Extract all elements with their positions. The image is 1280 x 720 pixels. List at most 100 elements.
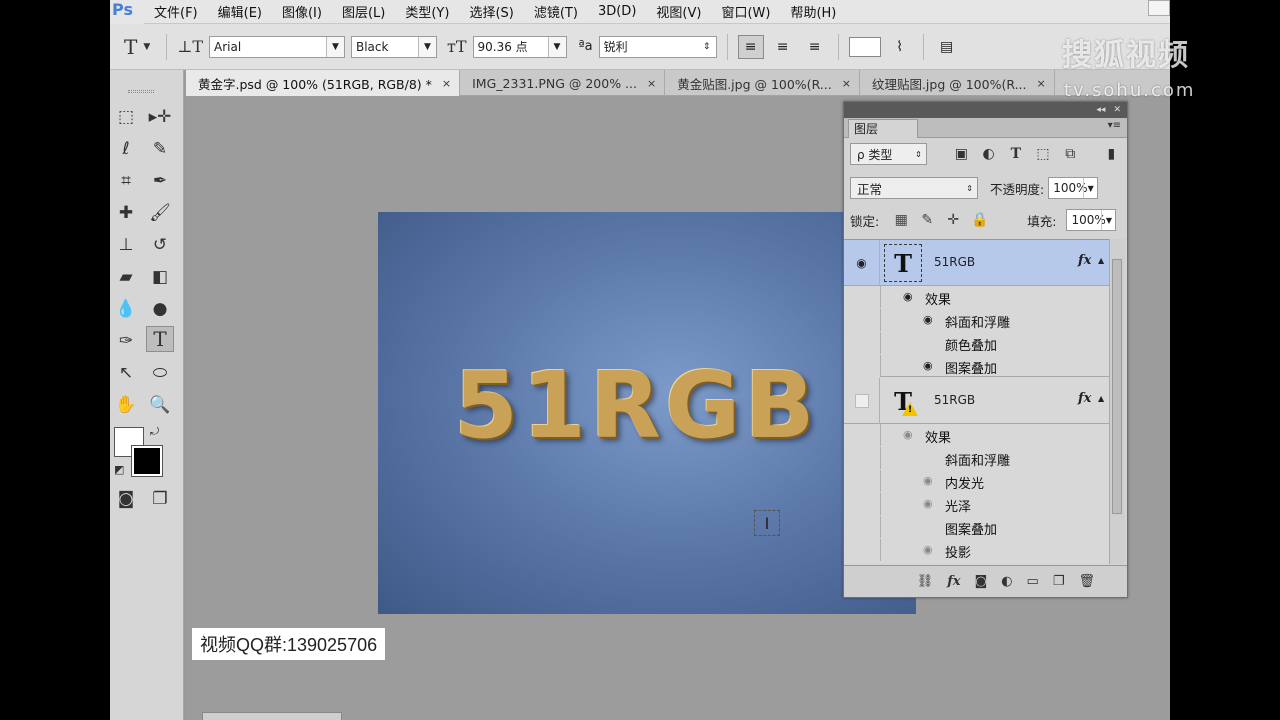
gradient-tool-icon[interactable]: ◧ (146, 264, 174, 290)
zoom-tool-icon[interactable]: 🔍 (146, 392, 174, 418)
panel-menu-icon[interactable]: ▾≡ (1108, 120, 1121, 131)
ellipse-tool-icon[interactable]: ⬭ (146, 360, 174, 386)
chevron-down-icon[interactable]: ▼ (143, 42, 150, 52)
hand-tool-icon[interactable]: ✋ (112, 392, 140, 418)
filter-toggle-icon[interactable]: ▮ (1103, 146, 1120, 162)
trash-icon[interactable]: 🗑 (1078, 574, 1095, 589)
menu-image[interactable]: 图像(I) (272, 2, 332, 21)
menu-select[interactable]: 选择(S) (459, 2, 523, 21)
add-style-fx-icon[interactable]: fx (947, 574, 960, 589)
effect-color-overlay[interactable]: 颜色叠加 (880, 332, 1109, 354)
swap-colors-icon[interactable]: ⤾ (150, 425, 159, 439)
text-color-swatch[interactable] (848, 36, 881, 57)
fx-icon[interactable]: fx (1078, 253, 1091, 268)
menu-3d[interactable]: 3D(D) (588, 4, 646, 19)
screen-mode-icon[interactable]: ❐ (146, 486, 174, 512)
lock-all-icon[interactable]: 🔒 (971, 212, 988, 228)
pen-tool-icon[interactable]: ✑ (112, 328, 140, 354)
history-brush-icon[interactable]: ↺ (146, 232, 174, 258)
eye-icon[interactable]: ◉ (923, 543, 933, 556)
warp-text-icon[interactable]: ⌇ (887, 35, 913, 59)
eye-icon[interactable]: ◉ (923, 359, 933, 372)
text-tool-preset-icon[interactable]: T (124, 35, 137, 59)
adjustment-filter-icon[interactable]: ◐ (980, 146, 997, 162)
expand-effects-icon[interactable]: ▲ (1098, 256, 1104, 265)
effects-group[interactable]: ◉ 效果 (880, 424, 1109, 446)
menu-help[interactable]: 帮助(H) (780, 2, 846, 21)
tab-img-2331[interactable]: IMG_2331.PNG @ 200% ... × (460, 70, 666, 96)
menu-edit[interactable]: 编辑(E) (208, 2, 272, 21)
eye-icon[interactable]: ◉ (923, 313, 933, 326)
pixel-filter-icon[interactable]: ▣ (953, 146, 970, 162)
character-panel-icon[interactable]: ▤ (934, 35, 960, 59)
tab-gold-psd[interactable]: 黄金字.psd @ 100% (51RGB, RGB/8) * × (186, 70, 461, 96)
move-tool-icon[interactable]: ▸✛ (146, 104, 174, 130)
menu-view[interactable]: 视图(V) (646, 2, 711, 21)
expand-effects-icon[interactable]: ▲ (1098, 394, 1104, 403)
eraser-tool-icon[interactable]: ▰ (112, 264, 140, 290)
marquee-tool-icon[interactable]: ⬚ (112, 104, 140, 130)
text-orientation-icon[interactable]: ⊥T (177, 37, 203, 56)
quick-select-tool-icon[interactable]: ✎ (146, 136, 174, 162)
lock-pixels-icon[interactable]: ✎ (919, 212, 935, 228)
layer-row-51rgb-top[interactable]: ◉ T 51RGB fx ▲ (844, 240, 1109, 286)
menu-layer[interactable]: 图层(L) (332, 2, 395, 21)
new-group-folder-icon[interactable]: ▭ (1027, 574, 1039, 589)
close-icon[interactable]: × (1037, 77, 1046, 90)
opacity-field[interactable]: 100% ▼ (1048, 177, 1099, 199)
effect-drop-shadow[interactable]: ◉ 投影 (880, 539, 1109, 561)
effect-bevel-emboss[interactable]: 斜面和浮雕 (880, 447, 1109, 469)
shape-filter-icon[interactable]: ⬚ (1034, 146, 1051, 162)
visibility-toggle[interactable] (844, 378, 880, 424)
layers-scrollbar[interactable] (1109, 239, 1125, 564)
quick-mask-icon[interactable]: ◙ (112, 486, 140, 512)
adjustment-layer-icon[interactable]: ◐ (1001, 574, 1012, 589)
add-mask-icon[interactable]: ◙ (975, 574, 988, 589)
stamp-tool-icon[interactable]: ⊥ (112, 232, 140, 258)
dodge-tool-icon[interactable]: ● (146, 296, 174, 322)
document-canvas[interactable]: 51RGB (378, 212, 916, 614)
eye-icon[interactable]: ◉ (903, 428, 913, 441)
menu-file[interactable]: 文件(F) (144, 2, 208, 21)
menu-window[interactable]: 窗口(W) (711, 2, 780, 21)
menu-type[interactable]: 类型(Y) (395, 2, 459, 21)
eyedropper-tool-icon[interactable]: ✒ (146, 168, 174, 194)
align-left-button[interactable]: ≡ (737, 34, 764, 59)
fill-field[interactable]: 100% ▼ (1066, 209, 1117, 231)
default-colors-icon[interactable]: ◩ (114, 463, 124, 476)
new-layer-icon[interactable]: ❐ (1053, 574, 1065, 589)
lock-position-icon[interactable]: ✛ (945, 212, 961, 228)
collapse-icon[interactable]: ◂◂ (1096, 105, 1105, 115)
brush-tool-icon[interactable]: 🖌 (146, 200, 174, 226)
effect-bevel-emboss[interactable]: ◉ 斜面和浮雕 (880, 309, 1109, 331)
lock-transparent-icon[interactable]: ▦ (893, 212, 909, 228)
blur-tool-icon[interactable]: 💧 (112, 296, 140, 322)
background-color-swatch[interactable] (131, 445, 163, 477)
lasso-tool-icon[interactable]: ℓ (112, 136, 140, 162)
link-layers-icon[interactable]: ⛓ (917, 574, 934, 589)
panel-titlebar[interactable]: ◂◂ ✕ (844, 102, 1127, 118)
scroll-thumb[interactable] (1112, 259, 1122, 514)
font-size-select[interactable]: 90.36 点 ▼ (472, 35, 567, 58)
eye-icon[interactable]: ◉ (923, 497, 933, 510)
effect-pattern-overlay[interactable]: 图案叠加 (880, 516, 1109, 538)
align-right-button[interactable]: ≡ (802, 35, 828, 59)
chevron-down-icon[interactable]: ▼ (1083, 178, 1097, 198)
smart-object-filter-icon[interactable]: ⧉ (1062, 146, 1079, 162)
tab-texture[interactable]: 纹理贴图.jpg @ 100%(R... × (860, 70, 1055, 96)
layer-filter-select[interactable]: ρ 类型 ⇕ (850, 143, 927, 165)
effects-group[interactable]: ◉ 效果 (880, 286, 1109, 308)
chevron-down-icon[interactable]: ▼ (1101, 210, 1115, 230)
blend-mode-select[interactable]: 正常 ⇕ (850, 177, 978, 199)
crop-tool-icon[interactable]: ⌗ (112, 168, 140, 194)
eye-icon[interactable]: ◉ (844, 240, 880, 286)
close-icon[interactable]: ✕ (1113, 105, 1121, 115)
antialias-select[interactable]: 锐利 ⇕ (598, 35, 717, 58)
close-icon[interactable]: × (647, 77, 656, 90)
font-style-select[interactable]: Black ▼ (350, 35, 437, 58)
type-tool-icon[interactable]: T (146, 326, 174, 352)
minimize-button[interactable] (1148, 0, 1170, 16)
align-center-button[interactable]: ≡ (770, 35, 796, 59)
effect-satin[interactable]: ◉ 光泽 (880, 493, 1109, 515)
menu-filter[interactable]: 滤镜(T) (524, 2, 588, 21)
